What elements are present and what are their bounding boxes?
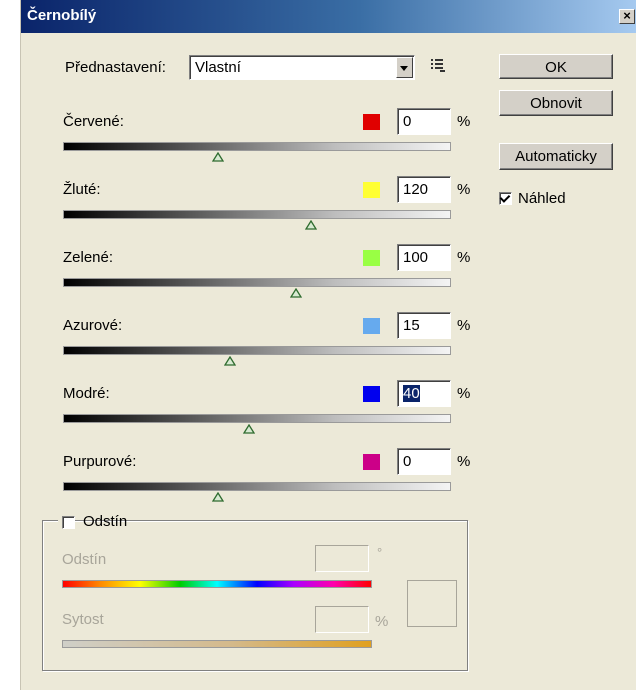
- auto-button[interactable]: Automaticky: [499, 143, 613, 170]
- slider-thumb-icon[interactable]: [223, 356, 236, 366]
- channel-label: Azurové:: [63, 317, 123, 334]
- channel-value-input[interactable]: 40: [397, 380, 451, 407]
- tint-group-legend: Odstín: [58, 513, 127, 531]
- saturation-unit: %: [375, 613, 389, 630]
- tint-group: [42, 520, 468, 671]
- saturation-input: [315, 606, 369, 633]
- channel-slider-track[interactable]: [63, 346, 451, 355]
- percent-unit: %: [457, 181, 471, 198]
- ok-button[interactable]: OK: [499, 54, 613, 79]
- black-white-dialog: Černobílý × Přednastavení: Vlastní OK Ob…: [20, 0, 636, 690]
- tint-color-preview: [407, 580, 457, 627]
- channel-label: Červené:: [63, 113, 124, 130]
- close-button[interactable]: ×: [619, 9, 635, 24]
- channel-slider-track[interactable]: [63, 278, 451, 287]
- channel-label: Zelené:: [63, 249, 114, 266]
- percent-unit: %: [457, 249, 471, 266]
- hue-unit: °: [377, 545, 383, 560]
- hue-bar: [62, 580, 372, 588]
- preset-label: Přednastavení:: [65, 59, 166, 76]
- hue-input: [315, 545, 369, 572]
- channel-value: 100: [403, 249, 429, 266]
- preview-label: Náhled: [518, 190, 566, 207]
- channel-slider-track[interactable]: [63, 482, 451, 491]
- percent-unit: %: [457, 113, 471, 130]
- title-bar[interactable]: Černobílý ×: [21, 0, 636, 33]
- percent-unit: %: [457, 317, 471, 334]
- slider-thumb-icon[interactable]: [212, 492, 225, 502]
- channel-color-swatch: [363, 114, 380, 130]
- channel-color-swatch: [363, 182, 380, 198]
- channel-value: 0: [403, 113, 412, 130]
- hue-label: Odstín: [62, 551, 107, 568]
- channel-color-swatch: [363, 250, 380, 266]
- channel-color-swatch: [363, 318, 380, 334]
- channel-value-input[interactable]: 100: [397, 244, 451, 271]
- channel-label: Modré:: [63, 385, 110, 402]
- channel-value-input[interactable]: 0: [397, 108, 451, 135]
- preview-checkbox[interactable]: [499, 192, 512, 205]
- saturation-label: Sytost: [62, 611, 104, 628]
- channel-label: Žluté:: [63, 181, 101, 198]
- channel-color-swatch: [363, 454, 380, 470]
- percent-unit: %: [457, 385, 471, 402]
- channel-value-input[interactable]: 15: [397, 312, 451, 339]
- tint-checkbox[interactable]: [62, 516, 75, 529]
- preset-value: Vlastní: [195, 59, 241, 76]
- channel-value: 0: [403, 453, 412, 470]
- channel-color-swatch: [363, 386, 380, 402]
- window-title: Černobílý: [27, 7, 97, 24]
- channel-slider-track[interactable]: [63, 414, 451, 423]
- channel-value-input[interactable]: 120: [397, 176, 451, 203]
- channel-value: 15: [403, 317, 420, 334]
- preset-options-menu-icon[interactable]: [431, 58, 445, 72]
- chevron-down-icon[interactable]: [396, 57, 413, 78]
- slider-thumb-icon[interactable]: [305, 220, 318, 230]
- slider-thumb-icon[interactable]: [289, 288, 302, 298]
- channel-slider-track[interactable]: [63, 142, 451, 151]
- channel-value: 120: [403, 181, 429, 198]
- percent-unit: %: [457, 453, 471, 470]
- saturation-bar: [62, 640, 372, 648]
- preset-select[interactable]: Vlastní: [189, 55, 415, 80]
- channel-value: 40: [403, 385, 420, 402]
- slider-thumb-icon[interactable]: [243, 424, 256, 434]
- channel-slider-track[interactable]: [63, 210, 451, 219]
- reset-button[interactable]: Obnovit: [499, 90, 613, 116]
- checkmark-icon: [499, 192, 511, 203]
- tint-checkbox-label: Odstín: [83, 513, 128, 530]
- channel-value-input[interactable]: 0: [397, 448, 451, 475]
- channel-label: Purpurové:: [63, 453, 137, 470]
- slider-thumb-icon[interactable]: [212, 152, 225, 162]
